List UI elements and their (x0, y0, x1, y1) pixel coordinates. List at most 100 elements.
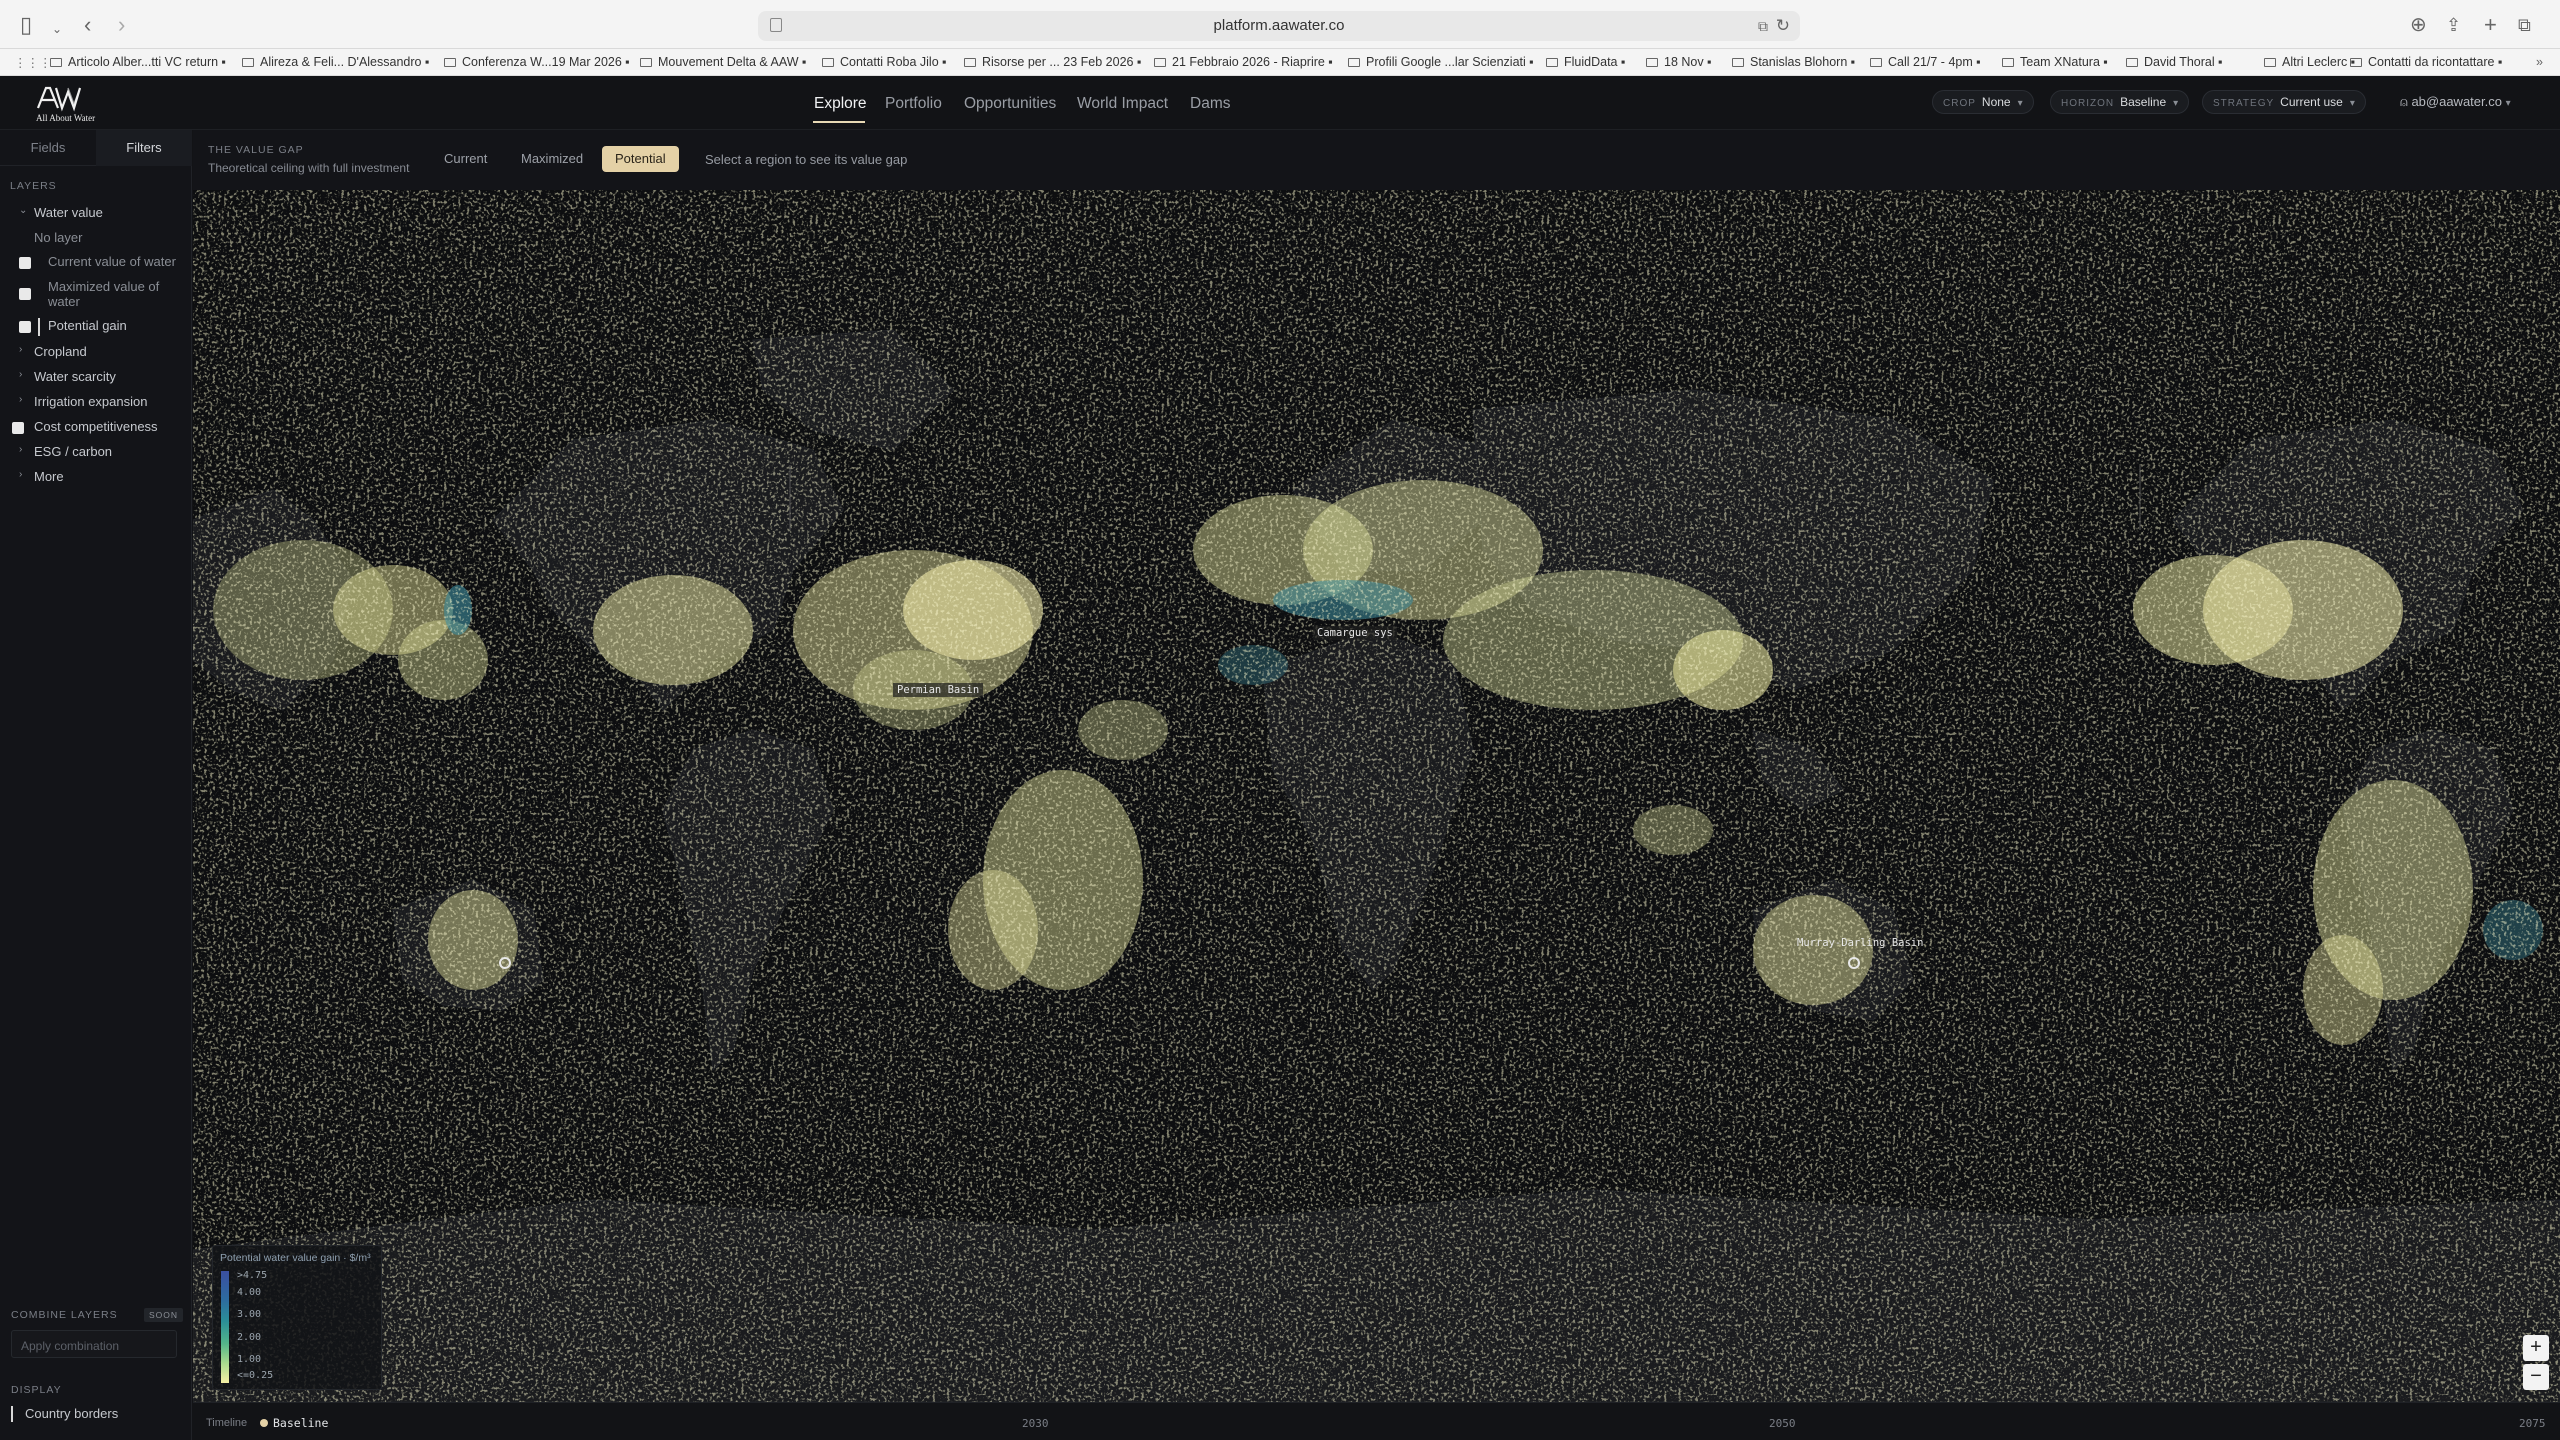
bookmark-folder[interactable]: Conferenza W...19 Mar 2026 ▪ (444, 55, 630, 69)
more-bookmarks-icon[interactable]: » (2536, 55, 2543, 69)
app-logo[interactable]: All About Water (34, 84, 102, 124)
location-marker-icon[interactable] (499, 957, 511, 969)
chevron-down-icon: ▾ (2349, 98, 2355, 109)
layer-group-cropland[interactable]: › Cropland (0, 344, 192, 362)
nav-explore[interactable]: Explore (814, 95, 867, 113)
folder-icon (640, 58, 652, 67)
forward-icon[interactable]: › (118, 14, 125, 36)
nav-dams[interactable]: Dams (1190, 95, 1230, 113)
mode-current[interactable]: Current (431, 146, 500, 172)
timeline-year[interactable]: 2075 (2519, 1417, 2546, 1430)
layer-current-value[interactable]: Current value of water (0, 254, 192, 272)
tab-filters[interactable]: Filters (96, 130, 192, 166)
folder-icon (1546, 58, 1558, 67)
map-label-murray-darling[interactable]: Murray-Darling Basin (1793, 936, 1927, 950)
layer-group-cost-competitiveness[interactable]: Cost competitiveness (0, 419, 192, 437)
url-text[interactable]: platform.aawater.co (758, 17, 1800, 34)
timeline-bar: Timeline Baseline 2030 2050 2075 (193, 1402, 2560, 1440)
legend-tick: 2.00 (237, 1332, 262, 1343)
legend-tick: <=0.25 (237, 1370, 274, 1381)
layers-heading: LAYERS (10, 180, 57, 192)
checkbox[interactable] (19, 288, 31, 300)
translate-icon[interactable]: ⧉ (1758, 18, 1768, 35)
strategy-filter[interactable]: STRATEGY Current use ▾ (2202, 90, 2366, 114)
map-label-permian-basin[interactable]: Permian Basin (893, 683, 984, 697)
folder-icon (242, 58, 254, 67)
folder-icon (2002, 58, 2014, 67)
bookmark-folder[interactable]: David Thoral ▪ (2126, 55, 2223, 69)
zoom-out-button[interactable]: − (2523, 1364, 2549, 1390)
sidebar-toggle-icon[interactable]: ▯ (20, 14, 32, 36)
folder-icon (1732, 58, 1744, 67)
bookmark-folder[interactable]: Contatti Roba Jilo ▪ (822, 55, 947, 69)
bookmark-folder[interactable]: Team XNatura ▪ (2002, 55, 2108, 69)
bookmark-folder[interactable]: 21 Febbraio 2026 - Riaprire ▪ (1154, 55, 1333, 69)
bookmark-folder[interactable]: Contatti da ricontattare ▪ (2350, 55, 2502, 69)
chevron-right-icon: › (19, 444, 23, 455)
layer-group-water-value[interactable]: ⌄ Water value (0, 205, 192, 223)
legend-tick: 4.00 (237, 1287, 262, 1298)
layer-group-more[interactable]: › More (0, 469, 192, 487)
bookmark-folder[interactable]: Stanislas Blohorn ▪ (1732, 55, 1855, 69)
reload-icon[interactable]: ↻ (1776, 16, 1790, 36)
nav-world-impact[interactable]: World Impact (1077, 95, 1168, 113)
bookmark-folder[interactable]: Profili Google ...lar Scienziati ▪ (1348, 55, 1534, 69)
bookmark-folder[interactable]: Alireza & Feli... D'Alessandro ▪ (242, 55, 429, 69)
checkbox[interactable] (12, 422, 24, 434)
folder-icon (2126, 58, 2138, 67)
browser-toolbar: ▯ ⌄ ‹ › platform.aawater.co ⧉ ↻ ⊕ ⇪ + ⧉ (0, 0, 2560, 49)
bookmark-folder[interactable]: FluidData ▪ (1546, 55, 1625, 69)
chevron-down-icon[interactable]: ⌄ (52, 18, 62, 40)
world-map[interactable]: Camargue sys Permian Basin Murray-Darlin… (193, 190, 2560, 1402)
legend-title: Potential water value gain · $/m³ (220, 1252, 371, 1264)
new-tab-icon[interactable]: + (2484, 14, 2497, 36)
nav-opportunities[interactable]: Opportunities (964, 95, 1056, 113)
chevron-right-icon: › (19, 469, 23, 480)
tabs-overview-icon[interactable]: ⧉ (2518, 14, 2531, 36)
bookmark-folder[interactable]: Call 21/7 - 4pm ▪ (1870, 55, 1981, 69)
download-icon[interactable]: ⊕ (2410, 14, 2427, 36)
nav-active-underline (813, 121, 865, 123)
no-layer-option[interactable]: No layer (0, 230, 192, 246)
bookmark-folder[interactable]: Mouvement Delta & AAW ▪ (640, 55, 806, 69)
nav-portfolio[interactable]: Portfolio (885, 95, 942, 113)
timeline-year[interactable]: 2050 (1769, 1417, 1796, 1430)
timeline-current[interactable]: Baseline (273, 1416, 328, 1430)
user-menu[interactable]: ⍝ ab@aawater.co ▾ (2400, 94, 2511, 110)
timeline-year[interactable]: 2030 (1022, 1417, 1049, 1430)
back-icon[interactable]: ‹ (84, 14, 91, 36)
apps-grid-icon[interactable]: ⋮⋮⋮ (14, 55, 52, 70)
location-marker-icon[interactable] (1848, 957, 1860, 969)
crop-filter[interactable]: CROP None ▾ (1932, 90, 2034, 114)
timeline-handle[interactable] (260, 1419, 268, 1427)
share-icon[interactable]: ⇪ (2446, 14, 2461, 36)
country-borders-toggle[interactable]: Country borders (11, 1406, 118, 1422)
mode-potential[interactable]: Potential (602, 146, 679, 172)
layer-group-irrigation-expansion[interactable]: › Irrigation expansion (0, 394, 192, 412)
legend-color-scale (221, 1271, 229, 1383)
bookmark-folder[interactable]: 18 Nov ▪ (1646, 55, 1712, 69)
zoom-in-button[interactable]: + (2523, 1335, 2549, 1361)
mode-maximized[interactable]: Maximized (508, 146, 596, 172)
value-gap-subtitle: Theoretical ceiling with full investment (208, 161, 410, 175)
folder-icon (964, 58, 976, 67)
bookmark-folder[interactable]: Articolo Alber...tti VC return ▪ (50, 55, 226, 69)
layer-group-water-scarcity[interactable]: › Water scarcity (0, 369, 192, 387)
bookmark-folder[interactable]: Risorse per ... 23 Feb 2026 ▪ (964, 55, 1141, 69)
bookmark-folder[interactable]: Altri Leclerc ▪ (2264, 55, 2355, 69)
tab-fields[interactable]: Fields (0, 130, 96, 166)
layer-maximized-value[interactable]: Maximized value of water (0, 279, 192, 313)
layer-potential-gain[interactable]: Potential gain (0, 318, 192, 336)
map-label-camargue[interactable]: Camargue sys (1313, 626, 1397, 640)
value-gap-bar: THE VALUE GAP Theoretical ceiling with f… (193, 130, 2560, 190)
user-icon: ⍝ (2400, 94, 2408, 109)
address-bar[interactable]: platform.aawater.co ⧉ ↻ (758, 11, 1800, 41)
checkbox[interactable] (19, 257, 31, 269)
horizon-filter[interactable]: HORIZON Baseline ▾ (2050, 90, 2190, 114)
value-gap-title: THE VALUE GAP (208, 144, 304, 156)
folder-icon (1348, 58, 1360, 67)
checkbox[interactable] (19, 321, 31, 333)
combination-input[interactable]: Apply combination (11, 1330, 177, 1358)
chevron-down-icon: ▾ (2017, 98, 2023, 109)
layer-group-esg-carbon[interactable]: › ESG / carbon (0, 444, 192, 462)
